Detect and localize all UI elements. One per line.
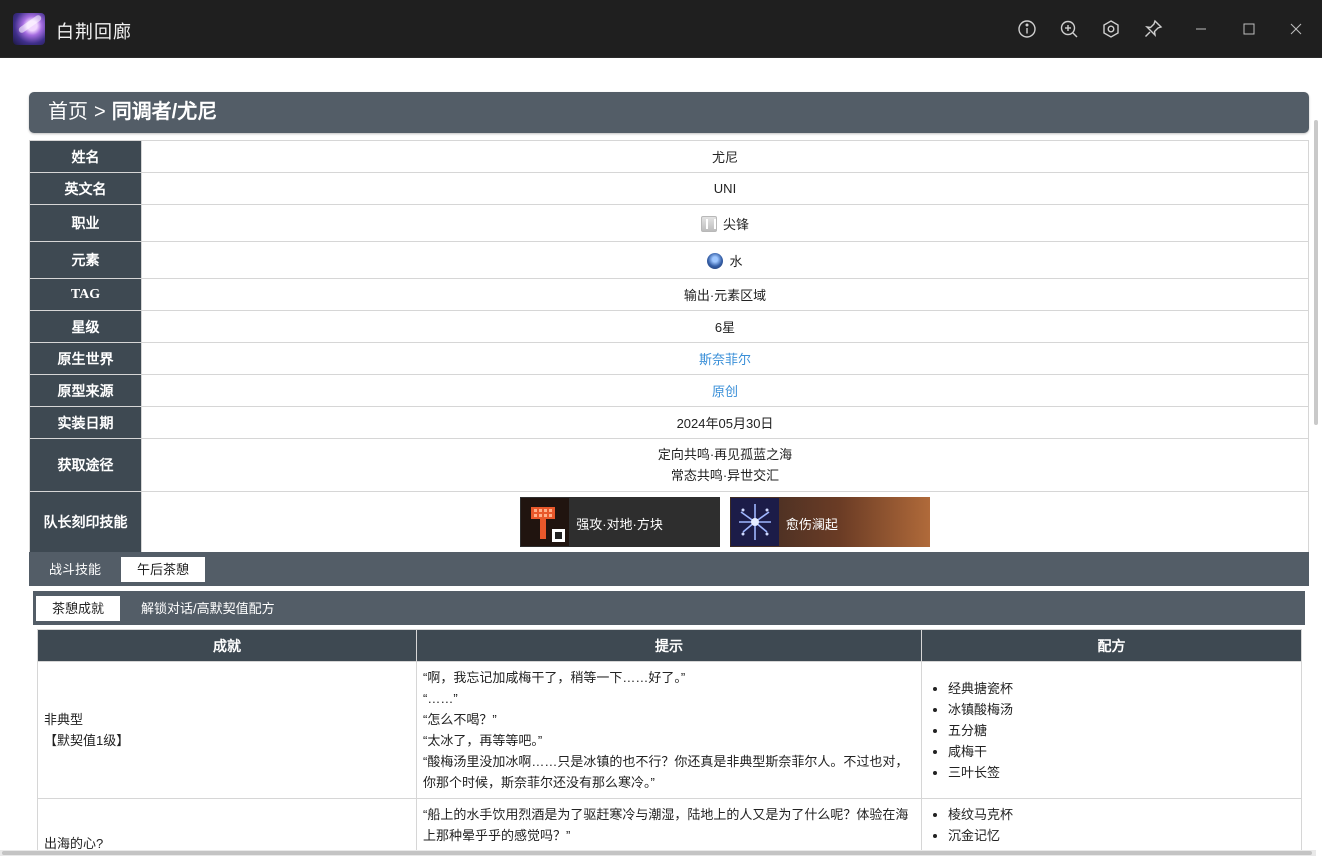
acquisition-method: 定向共鸣·再见孤蓝之海 <box>657 447 793 462</box>
recipe-cell: 棱纹马克杯 沉金记忆 <box>921 798 1302 856</box>
info-row-leader-skill: 队长刻印技能 强攻·对地·方块 愈伤澜起 <box>29 491 1309 553</box>
achievement-header-row: 成就 提示 配方 <box>37 629 1302 662</box>
settings-icon[interactable] <box>1099 17 1123 41</box>
info-row-origin-world: 原生世界 斯奈菲尔 <box>29 342 1309 375</box>
info-value-class: 尖锋 <box>141 204 1309 242</box>
breadcrumb-home-link[interactable]: 首页 <box>48 101 88 123</box>
recipe-item: 咸梅干 <box>948 741 1295 762</box>
recipe-item: 沉金记忆 <box>948 825 1295 846</box>
leader-skill-card[interactable]: 愈伤澜起 <box>729 497 930 547</box>
table-row: 非典型 【默契值1级】 “啊，我忘记加咸梅干了，稍等一下……好了。” “……” … <box>37 661 1302 799</box>
leader-skill-name: 强攻·对地·方块 <box>576 517 663 532</box>
info-label: 队长刻印技能 <box>29 491 142 553</box>
info-label: 实装日期 <box>29 406 142 439</box>
achievement-requirement: 【默契值1级】 <box>44 733 130 748</box>
recipe-item: 冰镇酸梅汤 <box>948 699 1295 720</box>
title-bar: 白荆回廊 <box>0 0 1322 58</box>
info-label: 英文名 <box>29 172 142 205</box>
info-row-name: 姓名 尤尼 <box>29 140 1309 173</box>
recipe-cell: 经典搪瓷杯 冰镇酸梅汤 五分糖 咸梅干 三叶长签 <box>921 661 1302 799</box>
minimize-icon[interactable] <box>1189 17 1213 41</box>
breadcrumb-current: 同调者/尤尼 <box>111 101 218 123</box>
breadcrumb-separator: > <box>94 101 106 123</box>
tab-afternoon-tea[interactable]: 午后茶憩 <box>121 557 206 582</box>
recipe-item: 三叶长签 <box>948 762 1295 783</box>
zoom-in-icon[interactable] <box>1057 17 1081 41</box>
hint-line: “怎么不喝？” <box>423 712 497 727</box>
info-row-english-name: 英文名 UNI <box>29 172 1309 205</box>
info-row-release-date: 实装日期 2024年05月30日 <box>29 406 1309 439</box>
tab-unlock-dialogue-recipes[interactable]: 解锁对话/高默契值配方 <box>125 596 291 621</box>
maximize-icon[interactable] <box>1237 17 1261 41</box>
primary-tab-bar: 战斗技能 午后茶憩 <box>29 552 1309 586</box>
tab-combat-skills[interactable]: 战斗技能 <box>35 557 115 582</box>
info-row-tag: TAG 输出·元素区域 <box>29 278 1309 311</box>
hint-cell: “船上的水手饮用烈酒是为了驱赶寒冷与潮湿，陆地上的人又是为了什么呢？体验在海上那… <box>416 798 922 856</box>
info-value-tag: 输出·元素区域 <box>141 278 1309 311</box>
hint-line: “船上的水手饮用烈酒是为了驱赶寒冷与潮湿，陆地上的人又是为了什么呢？体验在海上那… <box>423 807 909 843</box>
pin-icon[interactable] <box>1141 17 1165 41</box>
leader-skill-name: 愈伤澜起 <box>785 517 838 532</box>
info-label: TAG <box>29 278 142 311</box>
info-label: 姓名 <box>29 140 142 173</box>
column-header-recipe: 配方 <box>921 629 1302 662</box>
leader-skill-card[interactable]: 强攻·对地·方块 <box>520 497 721 547</box>
info-value-english-name: UNI <box>141 172 1309 205</box>
recipe-list: 棱纹马克杯 沉金记忆 <box>948 804 1295 846</box>
achievement-name-cell: 出海的心? <box>37 798 417 856</box>
hint-line: “啊，我忘记加咸梅干了，稍等一下……好了。” <box>423 670 686 685</box>
prototype-source-link[interactable]: 原创 <box>712 384 738 399</box>
info-row-element: 元素 水 <box>29 241 1309 279</box>
window-title: 白荆回廊 <box>56 22 132 42</box>
class-icon <box>700 215 717 232</box>
class-text: 尖锋 <box>722 216 749 232</box>
info-label: 职业 <box>29 204 142 242</box>
water-element-icon <box>707 252 724 269</box>
info-label: 星级 <box>29 310 142 343</box>
info-row-class: 职业 尖锋 <box>29 204 1309 242</box>
info-value-leader-skills: 强攻·对地·方块 愈伤澜起 <box>141 491 1309 553</box>
vertical-scrollbar[interactable] <box>1314 120 1318 425</box>
table-row: 出海的心? “船上的水手饮用烈酒是为了驱赶寒冷与潮湿，陆地上的人又是为了什么呢？… <box>37 798 1302 856</box>
recipe-list: 经典搪瓷杯 冰镇酸梅汤 五分糖 咸梅干 三叶长签 <box>948 678 1295 783</box>
info-value-element: 水 <box>141 241 1309 279</box>
hint-line: “太冰了，再等等吧。” <box>423 733 543 748</box>
info-icon[interactable] <box>1015 17 1039 41</box>
info-value-name: 尤尼 <box>141 140 1309 173</box>
achievement-name: 非典型 <box>44 712 84 727</box>
info-label: 元素 <box>29 241 142 279</box>
achievement-name-cell: 非典型 【默契值1级】 <box>37 661 417 799</box>
info-row-acquisition: 获取途径 定向共鸣·再见孤蓝之海 常态共鸣·异世交汇 <box>29 438 1309 492</box>
content-area: 首页 > 同调者/尤尼 姓名 尤尼 英文名 UNI 职业 尖锋 元素 水 TAG 输… <box>0 58 1322 856</box>
info-label: 原生世界 <box>29 342 142 375</box>
info-value-acquisition: 定向共鸣·再见孤蓝之海 常态共鸣·异世交汇 <box>141 438 1309 492</box>
app-logo-icon <box>13 13 45 45</box>
acquisition-method: 常态共鸣·异世交汇 <box>670 468 780 483</box>
close-icon[interactable] <box>1284 17 1308 41</box>
secondary-tab-bar: 茶憩成就 解锁对话/高默契值配方 <box>33 591 1305 625</box>
info-row-prototype-source: 原型来源 原创 <box>29 374 1309 407</box>
healing-wave-icon <box>730 498 779 546</box>
column-header-achievement: 成就 <box>37 629 417 662</box>
recipe-item: 经典搪瓷杯 <box>948 678 1295 699</box>
info-value-rarity: 6星 <box>141 310 1309 343</box>
hammer-icon <box>521 498 570 546</box>
achievement-table: 成就 提示 配方 非典型 【默契值1级】 “啊，我忘记加咸梅干了，稍等一下……好… <box>37 629 1302 856</box>
info-label: 原型来源 <box>29 374 142 407</box>
recipe-item: 棱纹马克杯 <box>948 804 1295 825</box>
horizontal-scrollbar[interactable] <box>0 850 1316 856</box>
hint-line: “酸梅汤里没加冰啊……只是冰镇的也不行？你还真是非典型斯奈菲尔人。不过也对，你那… <box>423 754 909 790</box>
info-label: 获取途径 <box>29 438 142 492</box>
hint-line: “……” <box>423 691 458 706</box>
origin-world-link[interactable]: 斯奈菲尔 <box>699 352 751 367</box>
column-header-hint: 提示 <box>416 629 922 662</box>
info-value-release-date: 2024年05月30日 <box>141 406 1309 439</box>
hint-cell: “啊，我忘记加咸梅干了，稍等一下……好了。” “……” “怎么不喝？” “太冰了… <box>416 661 922 799</box>
breadcrumb: 首页 > 同调者/尤尼 <box>29 92 1309 133</box>
recipe-item: 五分糖 <box>948 720 1295 741</box>
info-row-rarity: 星级 6星 <box>29 310 1309 343</box>
character-info-table: 姓名 尤尼 英文名 UNI 职业 尖锋 元素 水 TAG 输出·元素区域 星级 … <box>29 140 1309 553</box>
tab-tea-achievements[interactable]: 茶憩成就 <box>36 596 121 621</box>
element-text: 水 <box>729 253 743 269</box>
